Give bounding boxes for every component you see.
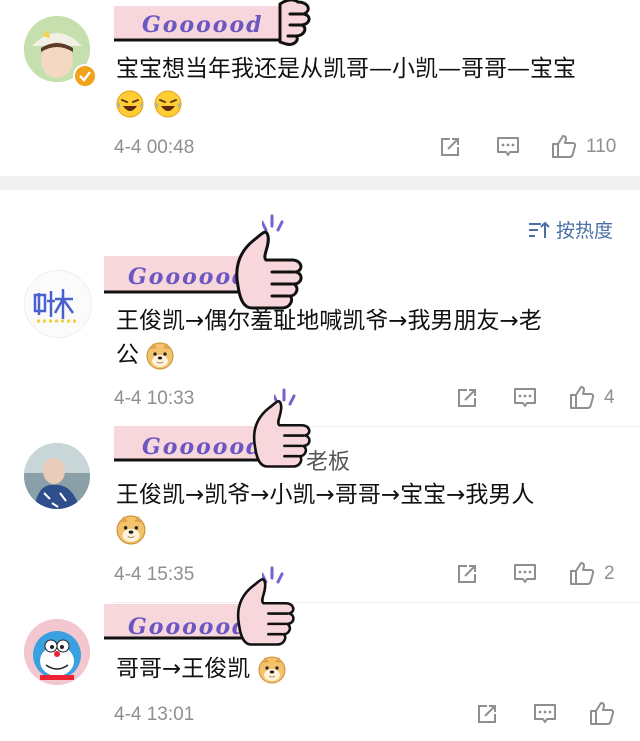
timestamp: 4-4 13:01	[114, 704, 195, 725]
doge-emoji	[116, 515, 146, 550]
thumbs-up-icon	[590, 702, 615, 725]
reply-button[interactable]	[532, 701, 558, 727]
sort-icon	[529, 221, 550, 238]
share-button[interactable]	[454, 561, 480, 587]
goood-sticker: Goooood	[114, 399, 314, 479]
sticker-text: Goooood	[142, 12, 264, 38]
share-icon	[458, 565, 476, 583]
comment-icon	[497, 137, 519, 156]
sort-by-hot-button[interactable]: 按热度	[528, 216, 613, 243]
section-divider	[0, 176, 640, 190]
rofl-emoji	[154, 90, 182, 123]
share-button[interactable]	[474, 701, 500, 727]
comment-text: 王俊凯→偶尔羞耻地喊凯爷→我男朋友→老	[116, 308, 542, 334]
sticker-text: Goooood	[128, 614, 250, 640]
like-button[interactable]: 110	[550, 133, 616, 161]
sticker-text: Goooood	[142, 434, 264, 460]
like-count: 2	[604, 563, 615, 584]
comment-icon	[514, 564, 536, 583]
share-icon	[478, 705, 496, 723]
like-button[interactable]: 2	[568, 560, 615, 588]
rofl-emoji	[116, 90, 144, 123]
doge-emoji	[146, 342, 174, 369]
reply-button[interactable]	[512, 385, 538, 411]
comment-text-cont: 公	[116, 338, 174, 372]
avatar-user2[interactable]	[24, 270, 92, 338]
share-button[interactable]	[437, 134, 463, 160]
goood-sticker: Goooood	[114, 0, 314, 51]
thumbs-up-icon	[552, 135, 577, 158]
thumbs-up-icon	[570, 386, 595, 409]
username-tail[interactable]: 老板	[306, 444, 350, 476]
verified-badge-icon	[73, 64, 97, 88]
comment-icon	[514, 388, 536, 407]
timestamp: 4-4 00:48	[114, 137, 195, 158]
comment-text: 哥哥→王俊凯	[116, 652, 286, 686]
avatar-user3[interactable]	[24, 443, 90, 509]
avatar-user4[interactable]	[24, 619, 90, 685]
share-icon	[441, 138, 459, 156]
sticker-text: Goooood	[128, 264, 250, 290]
like-button[interactable]	[588, 700, 616, 728]
comment-text: 王俊凯→凯爷→小凯→哥哥→宝宝→我男人	[116, 482, 535, 508]
like-button[interactable]: 4	[568, 384, 615, 412]
comment-text: 宝宝想当年我还是从凯哥—小凯—哥哥—宝宝	[116, 56, 576, 82]
comment-icon	[534, 704, 556, 723]
share-button[interactable]	[454, 385, 480, 411]
goood-sticker: Goooood	[104, 577, 304, 657]
reply-button[interactable]	[495, 134, 521, 160]
doge-emoji	[258, 656, 286, 683]
sort-label: 按热度	[556, 221, 614, 242]
reply-button[interactable]	[512, 561, 538, 587]
share-icon	[458, 389, 476, 407]
like-count: 4	[604, 387, 615, 408]
like-count: 110	[586, 136, 617, 157]
thumbs-up-icon	[570, 562, 595, 585]
